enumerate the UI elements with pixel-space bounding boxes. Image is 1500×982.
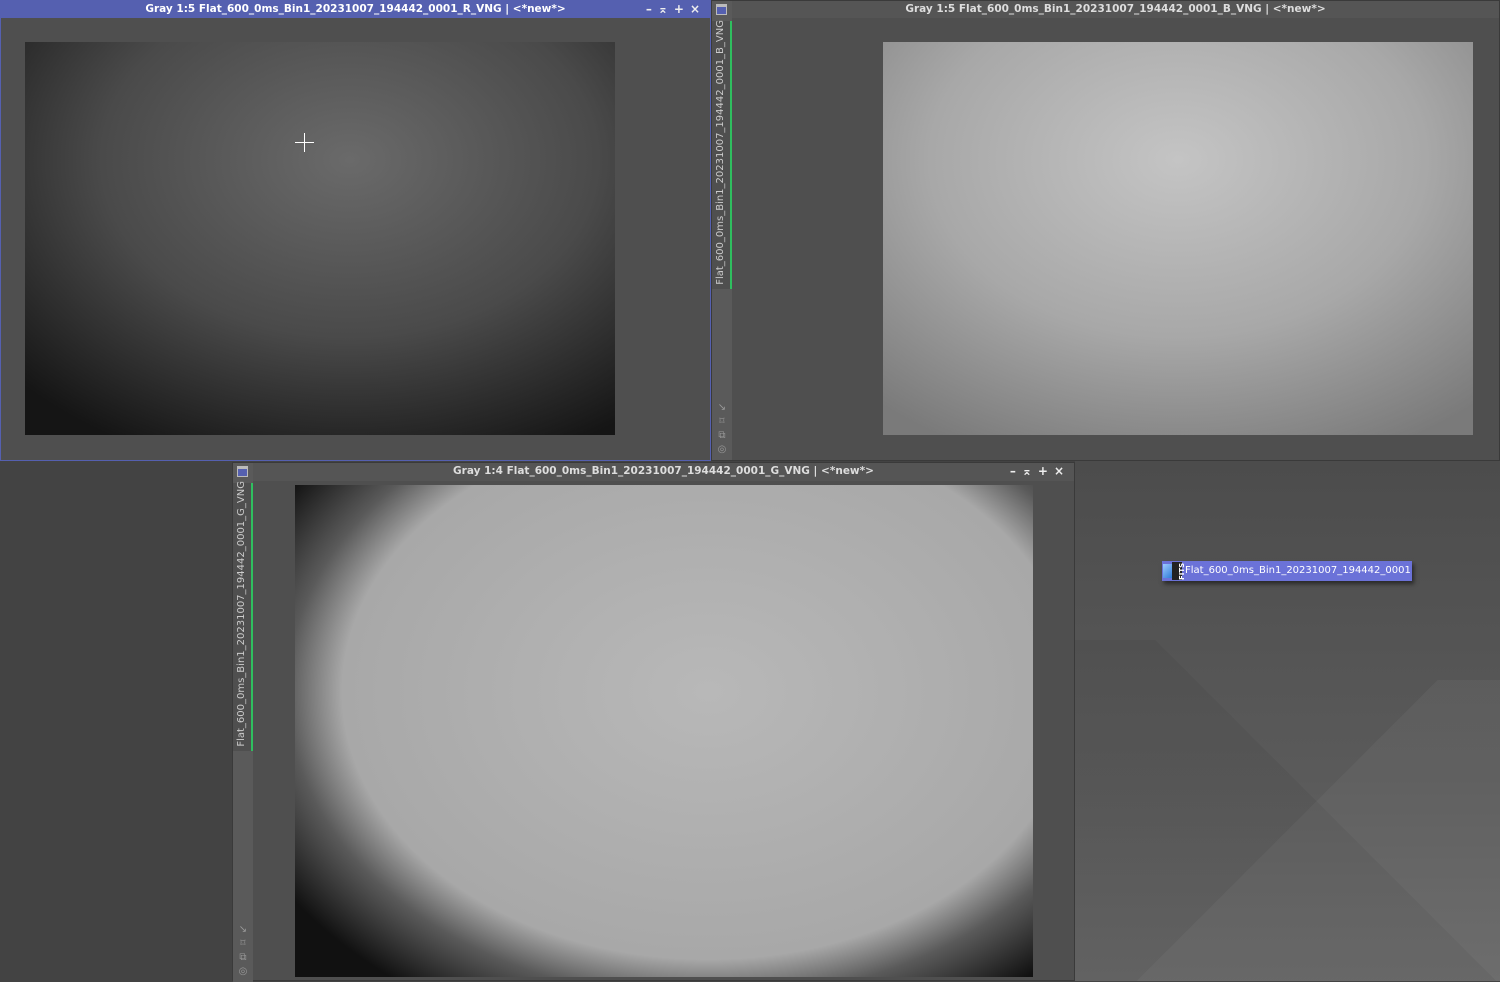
target-icon[interactable]: ◎ (716, 443, 728, 457)
side-strip: Flat_600_0ms_Bin1_20231007_194442_0001_B… (712, 1, 732, 460)
title-bar[interactable]: Gray 1:5 Flat_600_0ms_Bin1_20231007_1944… (1, 1, 710, 18)
image-view[interactable] (25, 42, 615, 435)
window-controls[interactable]: –⌅+× (1010, 463, 1070, 479)
window-controls[interactable]: –⌅+× (646, 1, 706, 17)
image-view[interactable] (883, 42, 1473, 435)
side-strip: Flat_600_0ms_Bin1_20231007_194442_0001_G… (233, 463, 253, 982)
window-icon[interactable] (716, 4, 727, 15)
icon-label: Flat_600_0ms_Bin1_20231007_194442_0001 (1185, 565, 1411, 576)
frame-icon[interactable]: ⌑ (237, 937, 249, 951)
image-window-r[interactable]: Gray 1:5 Flat_600_0ms_Bin1_20231007_1944… (0, 0, 711, 461)
target-icon[interactable]: ◎ (237, 965, 249, 979)
frame-icon[interactable]: ⌑ (716, 415, 728, 429)
crosshair-cursor-icon (295, 133, 314, 152)
window-title: Gray 1:5 Flat_600_0ms_Bin1_20231007_1944… (145, 3, 566, 15)
window-title: Gray 1:4 Flat_600_0ms_Bin1_20231007_1944… (453, 465, 874, 477)
side-tab[interactable]: Flat_600_0ms_Bin1_20231007_194442_0001_B… (712, 20, 732, 289)
window-icon[interactable] (237, 466, 248, 477)
side-tab-label: Flat_600_0ms_Bin1_20231007_194442_0001_G… (236, 481, 247, 747)
title-bar[interactable]: Gray 1:4 Flat_600_0ms_Bin1_20231007_1944… (253, 463, 1074, 481)
clone-icon[interactable]: ⧉ (716, 429, 728, 443)
zoom-fit-icon[interactable]: ↘ (237, 923, 249, 937)
workspace-background (1075, 460, 1500, 981)
zoom-fit-icon[interactable]: ↘ (716, 401, 728, 415)
side-tab-label: Flat_600_0ms_Bin1_20231007_194442_0001_B… (715, 20, 726, 285)
image-window-g[interactable]: Gray 1:4 Flat_600_0ms_Bin1_20231007_1944… (232, 462, 1075, 982)
image-window-b[interactable]: Gray 1:5 Flat_600_0ms_Bin1_20231007_1944… (711, 0, 1500, 461)
side-tab[interactable]: Flat_600_0ms_Bin1_20231007_194442_0001_G… (233, 481, 253, 751)
title-bar[interactable]: Gray 1:5 Flat_600_0ms_Bin1_20231007_1944… (732, 1, 1499, 18)
cube-icon (1163, 564, 1172, 578)
fits-badge: FITS (1172, 562, 1186, 580)
image-view[interactable] (295, 485, 1033, 977)
window-title: Gray 1:5 Flat_600_0ms_Bin1_20231007_1944… (905, 3, 1326, 15)
clone-icon[interactable]: ⧉ (237, 951, 249, 965)
desktop-image-icon[interactable]: FITS Flat_600_0ms_Bin1_20231007_194442_0… (1162, 561, 1412, 581)
